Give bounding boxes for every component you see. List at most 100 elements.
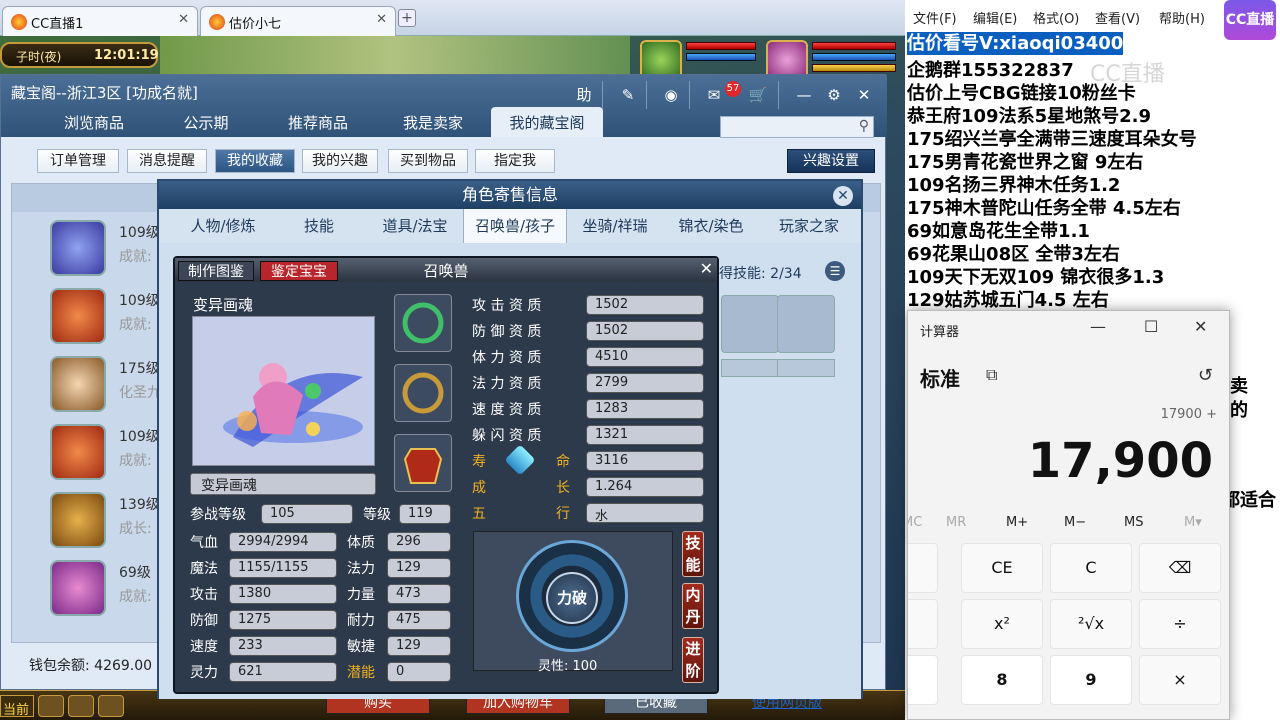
game-clock: 子时(夜) 12:01:19: [0, 42, 159, 68]
message-icon[interactable]: ✉: [699, 81, 729, 109]
tab-announcement[interactable]: 公示期: [151, 107, 261, 137]
stat-value: 233: [229, 636, 337, 656]
tab-seller[interactable]: 我是卖家: [375, 107, 491, 137]
tab-browse[interactable]: 浏览商品: [39, 107, 149, 137]
calculator-expression: 17900 +: [1160, 407, 1217, 422]
chat-icon[interactable]: [68, 695, 94, 717]
emote-icon[interactable]: [98, 695, 124, 717]
close-icon[interactable]: ✕: [833, 186, 853, 206]
subtab-assigned[interactable]: 指定我: [475, 149, 555, 173]
subtab-orders[interactable]: 订单管理: [37, 149, 119, 173]
menu-file[interactable]: 文件(F): [913, 8, 957, 27]
minimize-icon[interactable]: —: [1090, 317, 1106, 336]
notepad-overflow-text: 卖 的 都适合: [1222, 310, 1280, 720]
item-level: 175级: [119, 361, 160, 377]
channel-current[interactable]: 当前: [0, 695, 34, 718]
close-icon[interactable]: ✕: [1194, 317, 1207, 336]
edit-icon[interactable]: ✎: [613, 81, 643, 109]
subtab-favorites[interactable]: 我的收藏: [215, 149, 295, 173]
menu-view[interactable]: 查看(V): [1095, 8, 1140, 27]
list-item[interactable]: 109级 成就:: [12, 418, 172, 486]
equipment-necklace-icon[interactable]: [394, 364, 452, 422]
microphone-icon[interactable]: [38, 695, 64, 717]
advance-button[interactable]: 进阶: [682, 637, 704, 683]
settings-icon[interactable]: ⚙: [819, 81, 849, 109]
history-icon[interactable]: ↺: [1198, 365, 1213, 386]
handbook-tab[interactable]: 制作图鉴: [178, 261, 254, 281]
growth-label: 长: [556, 480, 570, 496]
tab-character[interactable]: 人物/修炼: [173, 209, 273, 243]
aptitude-value: 1502: [586, 295, 704, 315]
tab-appraise[interactable]: 估价小七 ✕: [200, 6, 396, 36]
percent-key[interactable]: %: [908, 543, 938, 593]
stat-value: 621: [229, 662, 337, 682]
sqrt-key[interactable]: ²√x: [1050, 599, 1132, 649]
pet-slot[interactable]: [777, 295, 835, 353]
divide-key[interactable]: ÷: [1139, 599, 1221, 649]
digit-7-key[interactable]: 7: [908, 655, 938, 705]
equipment-armor-icon[interactable]: [394, 434, 452, 492]
close-icon[interactable]: ✕: [849, 81, 879, 109]
list-icon[interactable]: ☰: [825, 261, 845, 281]
list-item[interactable]: 109级 成就:: [12, 282, 172, 350]
digit-9-key[interactable]: 9: [1050, 655, 1132, 705]
memory-recall[interactable]: MR: [946, 515, 966, 530]
list-item[interactable]: 175级 化圣九: [12, 350, 172, 418]
minimize-icon[interactable]: —: [789, 81, 819, 109]
memory-add[interactable]: M+: [1006, 515, 1028, 530]
new-tab-button[interactable]: +: [398, 9, 416, 27]
digit-8-key[interactable]: 8: [961, 655, 1043, 705]
tab-pets[interactable]: 召唤兽/孩子: [463, 209, 567, 243]
memory-subtract[interactable]: M−: [1064, 515, 1086, 530]
square-key[interactable]: x²: [961, 599, 1043, 649]
tab-my-cbg[interactable]: 我的藏宝阁: [491, 107, 603, 137]
skills-button[interactable]: 技能: [682, 531, 704, 577]
equipment-ring-icon[interactable]: [394, 294, 452, 352]
tab-items[interactable]: 道具/法宝: [367, 209, 463, 243]
search-input[interactable]: ⚲: [720, 116, 874, 138]
tab-home[interactable]: 玩家之家: [759, 209, 859, 243]
item-level: 139级: [119, 497, 160, 513]
maximize-icon[interactable]: ☐: [1144, 317, 1158, 336]
subtab-messages[interactable]: 消息提醒: [127, 149, 207, 173]
tab-mounts[interactable]: 坐骑/祥瑞: [567, 209, 663, 243]
close-icon[interactable]: ✕: [700, 259, 713, 278]
calculator-mode: 标准: [920, 367, 960, 391]
clear-entry-key[interactable]: CE: [961, 543, 1043, 593]
menu-format[interactable]: 格式(O): [1033, 8, 1079, 27]
interest-settings-button[interactable]: 兴趣设置: [787, 149, 875, 173]
close-icon[interactable]: ✕: [178, 12, 189, 27]
multiply-key[interactable]: ×: [1139, 655, 1221, 705]
subtab-interests[interactable]: 我的兴趣: [302, 149, 378, 173]
appraise-tab[interactable]: 鉴定宝宝: [260, 261, 338, 281]
cart-icon[interactable]: 🛒: [743, 81, 773, 109]
reciprocal-key[interactable]: ¹/x: [908, 599, 938, 649]
menu-edit[interactable]: 编辑(E): [973, 8, 1017, 27]
keep-on-top-icon[interactable]: ⧉: [986, 365, 997, 385]
tab-skills[interactable]: 技能: [273, 209, 365, 243]
search-icon[interactable]: ⚲: [859, 118, 869, 134]
tab-recommended[interactable]: 推荐商品: [263, 107, 373, 137]
pet-slot[interactable]: [721, 295, 779, 353]
clear-key[interactable]: C: [1050, 543, 1132, 593]
memory-clear[interactable]: MC: [908, 515, 922, 530]
stat-label: 耐力: [347, 613, 375, 629]
inner-core-button[interactable]: 内丹: [682, 583, 704, 629]
list-item[interactable]: 139级 成长:: [12, 486, 172, 554]
close-icon[interactable]: ✕: [376, 12, 387, 27]
list-item[interactable]: 69级 成就:: [12, 554, 172, 622]
memory-store[interactable]: MS: [1124, 515, 1143, 530]
menu-help[interactable]: 帮助(H): [1159, 8, 1205, 27]
memory-list[interactable]: M▾: [1184, 515, 1202, 530]
help-button[interactable]: 助: [569, 81, 599, 109]
list-item[interactable]: 109级 成就:: [12, 214, 172, 282]
tab-cc-live[interactable]: CC直播1 ✕: [2, 6, 198, 36]
item-level: 109级: [119, 293, 160, 309]
subtab-bought[interactable]: 买到物品: [388, 149, 468, 173]
core-skill[interactable]: 力破: [546, 572, 598, 624]
calculator-display: 17,900: [1027, 433, 1213, 489]
tab-outfits[interactable]: 锦衣/染色: [663, 209, 759, 243]
backspace-key[interactable]: ⌫: [1139, 543, 1221, 593]
aptitude-value: 4510: [586, 347, 704, 367]
record-icon[interactable]: ◉: [656, 81, 686, 109]
